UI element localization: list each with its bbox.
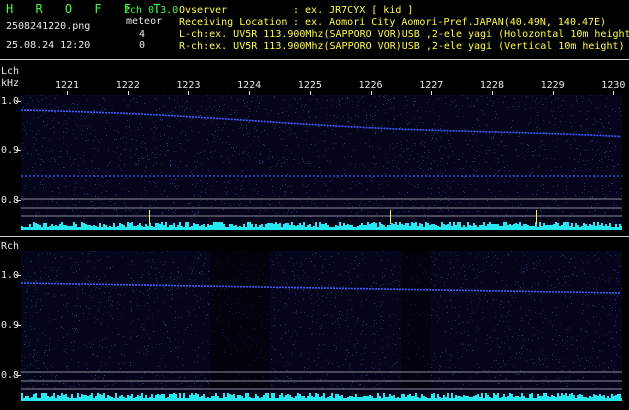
channels-version-label: 2ch 0.3.0 xyxy=(124,5,179,16)
freq-tick xyxy=(16,325,21,326)
time-axis-label: 1227 xyxy=(419,80,444,91)
lch-info: L-ch:ex. UV5R 113.900Mhz(SAPPORO VOR)USB… xyxy=(179,29,629,40)
lch-unit-label: kHz xyxy=(1,78,20,89)
time-axis-label: 1229 xyxy=(540,80,565,91)
observer-value: : ex. JR7CYX [ kid ] xyxy=(293,5,414,16)
rch-info: R-ch:ex. UV5R 113.900Mhz(SAPPORO VOR)USB… xyxy=(179,41,625,52)
freq-tick xyxy=(16,275,21,276)
filename-label: 2508241220.png xyxy=(6,21,91,32)
carrier-trace xyxy=(21,282,622,294)
channel-divider xyxy=(0,236,629,237)
dark-band xyxy=(210,251,270,389)
lch-spectrogram-svg xyxy=(21,95,622,230)
meteor-count-l: 4 xyxy=(139,29,146,40)
rch-spectrogram xyxy=(21,251,622,401)
time-axis-label: 1223 xyxy=(176,80,201,91)
lch-spectrogram xyxy=(21,95,622,230)
dark-band xyxy=(401,251,431,389)
location-value: : ex. Aomori City Aomori-Pref.JAPAN(40.4… xyxy=(293,17,607,28)
time-axis-label: 1225 xyxy=(297,80,322,91)
meteor-spike xyxy=(149,210,150,224)
time-axis-label: 1222 xyxy=(115,80,140,91)
lch-label: Lch xyxy=(1,66,20,77)
noise-speckle xyxy=(21,251,622,389)
freq-tick xyxy=(16,101,21,102)
noise-floor xyxy=(21,222,622,230)
time-axis-label: 1224 xyxy=(237,80,262,91)
noise-floor xyxy=(21,393,622,401)
meteor-spike xyxy=(536,210,537,224)
time-axis-label: 1230 xyxy=(601,80,626,91)
datetime-label: 25.08.24 12:20 xyxy=(6,40,91,51)
time-axis-label: 1226 xyxy=(358,80,383,91)
time-axis-label: 1221 xyxy=(55,80,80,91)
header-divider xyxy=(0,59,629,60)
freq-tick xyxy=(16,200,21,201)
location-label: Receiving Location xyxy=(179,17,288,28)
freq-tick xyxy=(16,375,21,376)
observer-label: Ovserver xyxy=(179,5,228,16)
rch-label: Rch xyxy=(1,241,20,252)
meteor-count-r: 0 xyxy=(139,40,146,51)
freq-tick xyxy=(16,150,21,151)
time-axis-label: 1228 xyxy=(479,80,504,91)
meteor-spike xyxy=(390,210,391,224)
rch-spectrogram-svg xyxy=(21,251,622,401)
meteor-label: meteor xyxy=(126,16,163,27)
